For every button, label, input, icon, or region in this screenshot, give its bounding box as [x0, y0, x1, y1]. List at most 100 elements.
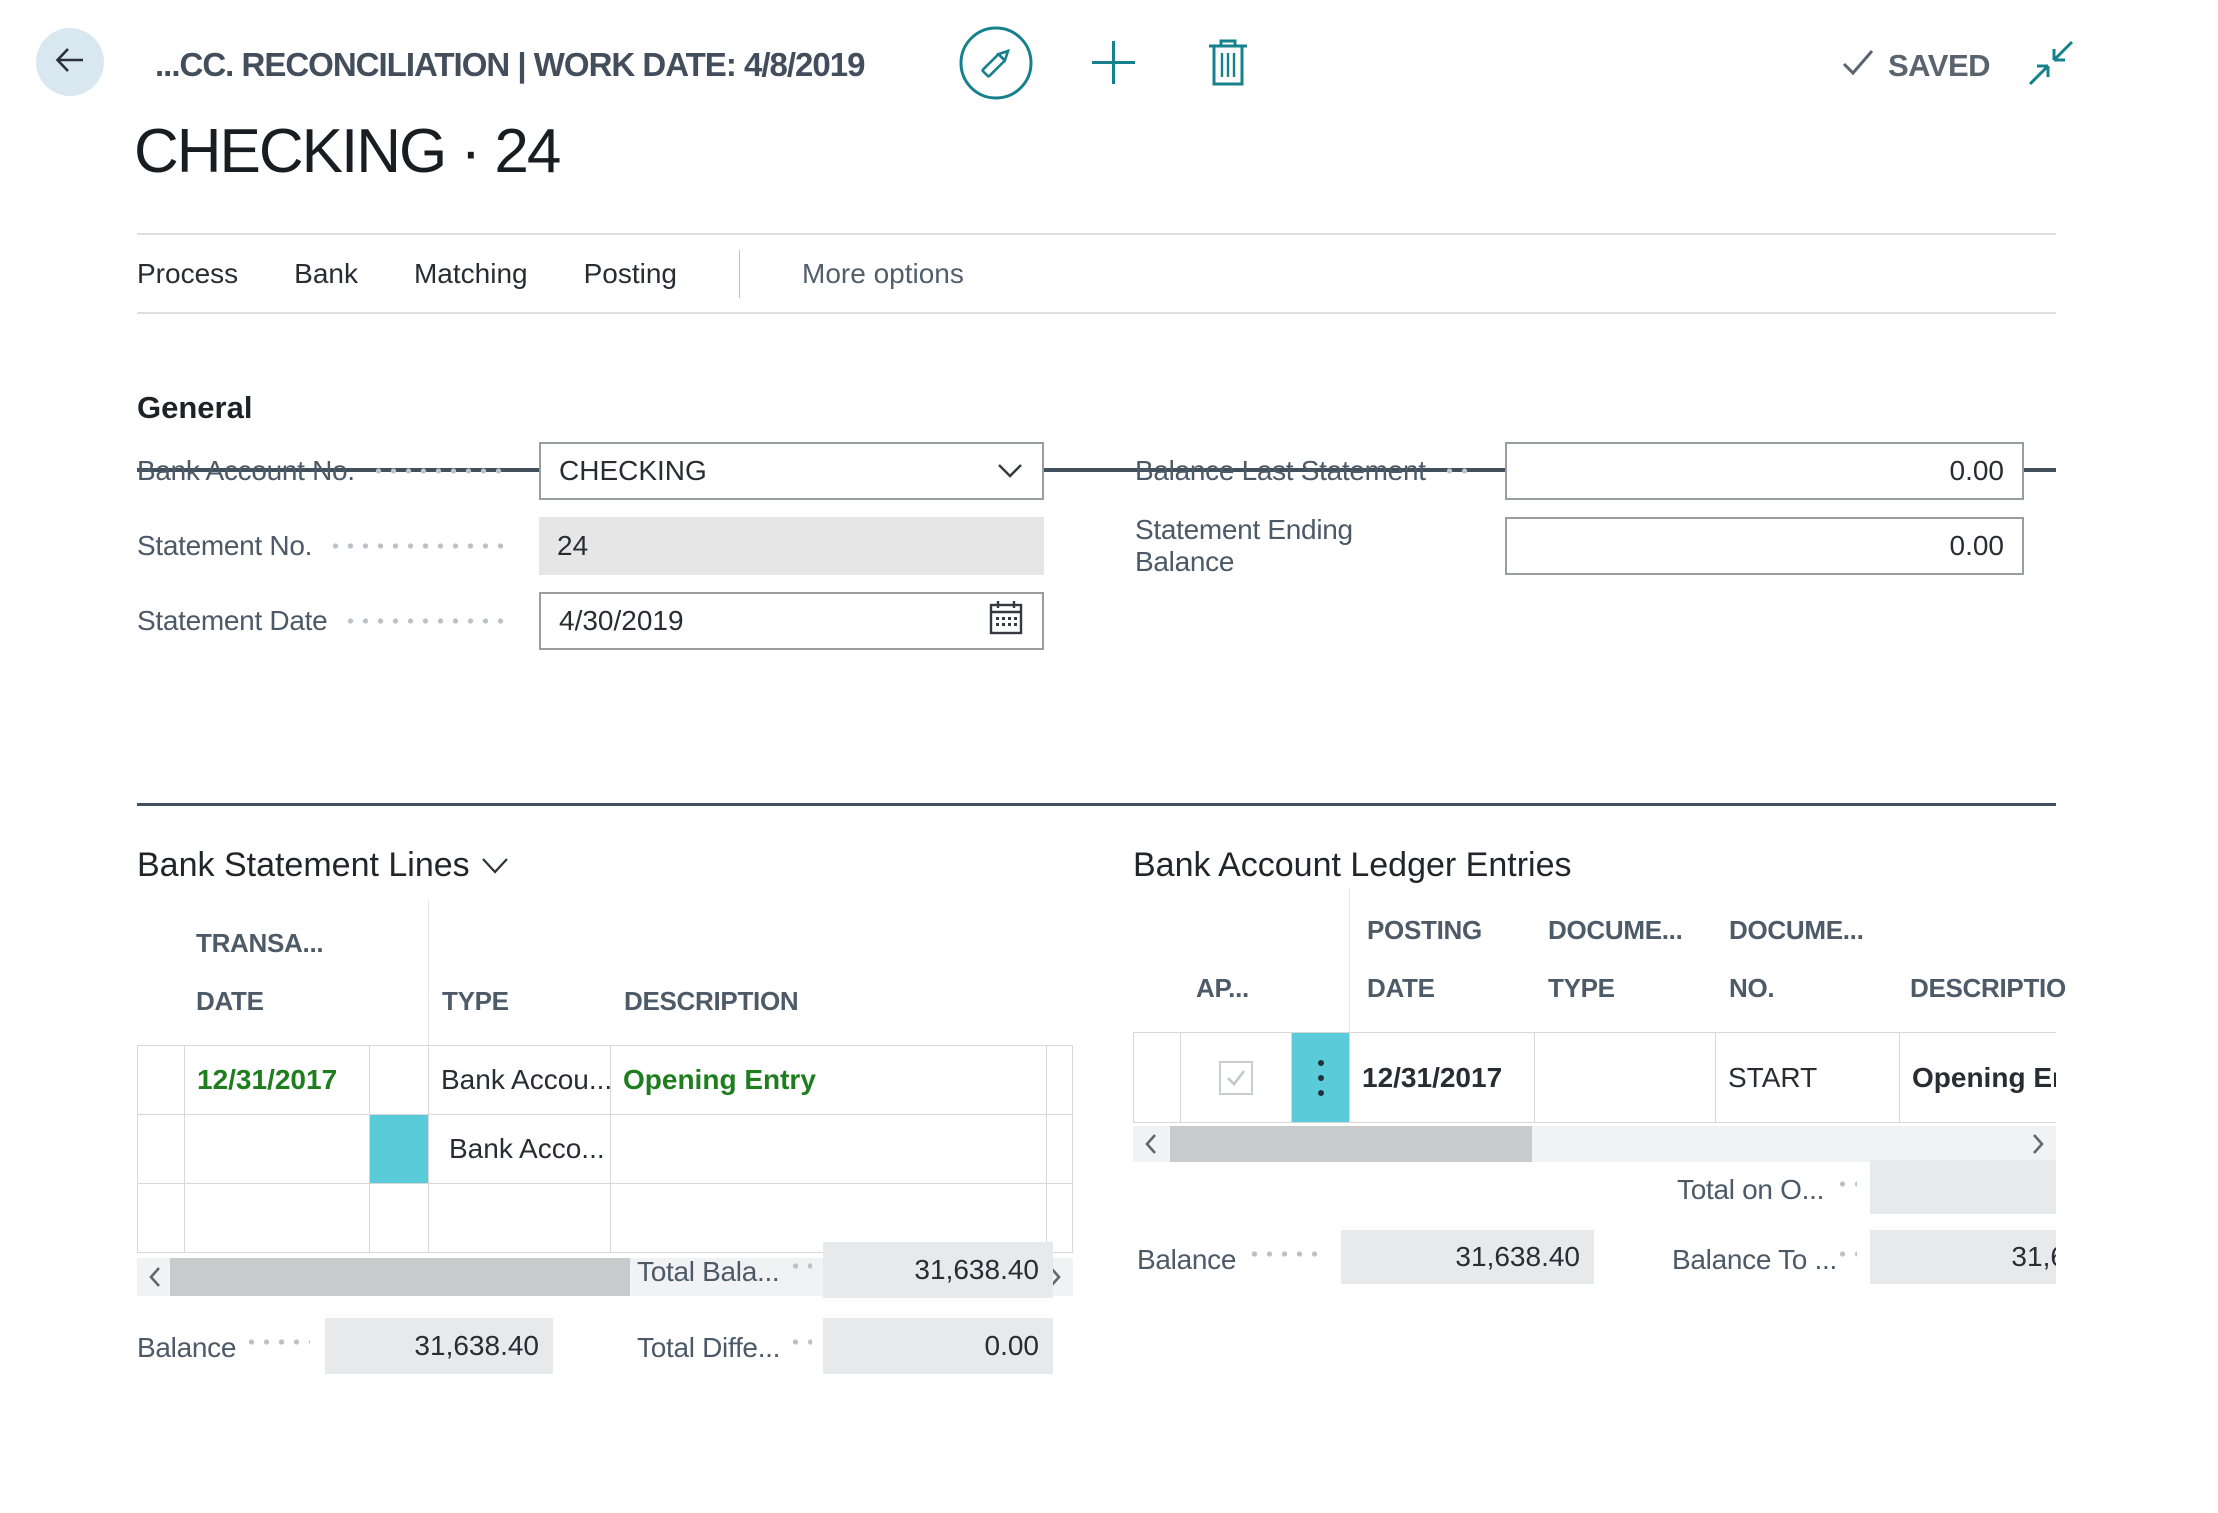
total-balance-label: Total Bala...: [637, 1256, 779, 1288]
menu-item-posting[interactable]: Posting: [584, 258, 677, 290]
statement-line-description[interactable]: [611, 1115, 1047, 1184]
ledger-entries-heading: Bank Account Ledger Entries: [1133, 846, 1572, 885]
total-balance-box: 31,638.40: [823, 1242, 1053, 1298]
statement-line-description[interactable]: Opening Entry: [611, 1046, 1047, 1115]
total-balance-value: 31,638.40: [914, 1254, 1039, 1286]
chevron-down-icon[interactable]: [996, 455, 1024, 487]
balance-to-box: 31,638.40: [1870, 1230, 2056, 1284]
field-label: Statement Date: [137, 605, 327, 637]
empty-cell[interactable]: [370, 1184, 429, 1253]
balance-last-statement-input[interactable]: 0.00: [1505, 442, 2024, 500]
statement-lines-heading-label: Bank Statement Lines: [137, 846, 470, 885]
dotted-leader: [343, 617, 509, 625]
delete-button[interactable]: [1205, 36, 1251, 93]
col-header-document-no-2[interactable]: NO.: [1729, 973, 1774, 1004]
edit-button[interactable]: [958, 25, 1034, 106]
total-difference-label: Total Diffe...: [637, 1332, 780, 1364]
row-selector-cell[interactable]: [138, 1115, 185, 1184]
column-divider: [428, 900, 429, 1045]
col-header-applied[interactable]: AP...: [1196, 973, 1249, 1004]
col-header-transaction-date-1[interactable]: TRANSA...: [196, 928, 323, 959]
statement-date-value: 4/30/2019: [559, 605, 684, 637]
menu-item-matching[interactable]: Matching: [414, 258, 528, 290]
field-label: Statement Ending Balance: [1135, 514, 1459, 578]
field-label: Bank Account No.: [137, 455, 355, 487]
statement-ending-balance-input[interactable]: 0.00: [1505, 517, 2024, 575]
calendar-icon[interactable]: [988, 599, 1024, 644]
ledger-balance-value: 31,638.40: [1455, 1241, 1580, 1273]
breadcrumb[interactable]: ...CC. RECONCILIATION | WORK DATE: 4/8/2…: [155, 46, 864, 84]
clipped-cell: [1047, 1115, 1073, 1184]
section-divider: [137, 803, 2056, 806]
row-selector-cell[interactable]: [138, 1184, 185, 1253]
ledger-entries-heading-label: Bank Account Ledger Entries: [1133, 846, 1572, 885]
page-title: CHECKING · 24: [134, 116, 559, 187]
ledger-document-no[interactable]: START: [1716, 1033, 1900, 1123]
collapse-button[interactable]: [2024, 36, 2078, 95]
col-header-document-type-2[interactable]: TYPE: [1548, 973, 1615, 1004]
menu-separator: [739, 250, 740, 298]
col-header-document-no-1[interactable]: DOCUME...: [1729, 915, 1864, 946]
row-selector-cell[interactable]: [1134, 1033, 1181, 1123]
col-header-transaction-date-2[interactable]: DATE: [196, 986, 264, 1017]
row-selector-cell[interactable]: [138, 1046, 185, 1115]
new-button[interactable]: [1090, 39, 1137, 91]
chevron-down-icon[interactable]: [480, 846, 510, 885]
statement-line-date[interactable]: [185, 1115, 370, 1184]
save-status: SAVED: [1840, 44, 1990, 88]
scrollbar-thumb[interactable]: [170, 1258, 630, 1296]
ledger-posting-date[interactable]: 12/31/2017: [1350, 1033, 1535, 1123]
col-header-document-type-1[interactable]: DOCUME...: [1548, 915, 1683, 946]
statement-line-type[interactable]: Bank Accou...: [429, 1046, 611, 1115]
statement-line-type[interactable]: Bank Acco...: [429, 1115, 611, 1184]
trash-icon: [1205, 36, 1251, 88]
dotted-leader: [1835, 1180, 1857, 1188]
bank-reconciliation-page: ...CC. RECONCILIATION | WORK DATE: 4/8/2…: [0, 0, 2218, 1513]
col-header-type[interactable]: TYPE: [442, 986, 509, 1017]
divider: [137, 233, 2056, 235]
applied-cell[interactable]: [1181, 1033, 1292, 1123]
scroll-left-icon[interactable]: [147, 1265, 163, 1289]
col-header-description[interactable]: DESCRIPTION: [624, 986, 798, 1017]
selected-cell[interactable]: [1292, 1033, 1350, 1123]
selected-cell[interactable]: [370, 1115, 429, 1184]
back-arrow-icon: [49, 39, 91, 86]
col-header-posting-date-1[interactable]: POSTING: [1367, 915, 1482, 946]
empty-cell[interactable]: [185, 1184, 370, 1253]
field-bank-account-no: Bank Account No. CHECKING: [137, 442, 1044, 500]
field-statement-no: Statement No. 24: [137, 517, 1044, 575]
empty-cell[interactable]: [429, 1184, 611, 1253]
col-header-description[interactable]: DESCRIPTIO: [1910, 973, 2066, 1004]
ledger-entries-table: 12/31/2017 START Opening Entry: [1133, 1032, 2056, 1123]
applied-checkbox[interactable]: [1219, 1061, 1253, 1095]
kebab-menu-icon[interactable]: [1292, 1060, 1349, 1096]
bank-account-no-value: CHECKING: [559, 455, 707, 487]
balance-label: Balance: [137, 1332, 236, 1364]
total-outstanding-label: Total on O...: [1677, 1174, 1824, 1206]
more-options-button[interactable]: More options: [802, 258, 964, 290]
dotted-leader: [1442, 467, 1475, 475]
ledger-document-type[interactable]: [1535, 1033, 1716, 1123]
dotted-leader: [371, 467, 509, 475]
pencil-icon: [958, 25, 1034, 101]
general-section-heading[interactable]: General: [137, 390, 252, 426]
col-header-posting-date-2[interactable]: DATE: [1367, 973, 1435, 1004]
total-outstanding-box: [1870, 1160, 2056, 1214]
collapse-icon: [2024, 36, 2078, 90]
total-difference-value: 0.00: [985, 1330, 1040, 1362]
ledger-balance-label: Balance: [1137, 1244, 1236, 1276]
menu-item-bank[interactable]: Bank: [294, 258, 358, 290]
statement-line-date[interactable]: 12/31/2017: [185, 1046, 370, 1115]
ledger-balance-box: 31,638.40: [1341, 1230, 1594, 1284]
statement-line-indicator-cell[interactable]: [370, 1046, 429, 1115]
menu-item-process[interactable]: Process: [137, 258, 238, 290]
back-button[interactable]: [36, 28, 104, 96]
column-divider: [1349, 888, 1350, 1032]
bank-account-no-combobox[interactable]: CHECKING: [539, 442, 1044, 500]
statement-date-input[interactable]: 4/30/2019: [539, 592, 1044, 650]
balance-box: 31,638.40: [325, 1318, 553, 1374]
balance-last-statement-value: 0.00: [1950, 455, 2005, 487]
statement-lines-heading: Bank Statement Lines: [137, 846, 510, 885]
plus-icon: [1090, 39, 1137, 86]
ledger-description[interactable]: Opening Entry: [1900, 1033, 2056, 1123]
